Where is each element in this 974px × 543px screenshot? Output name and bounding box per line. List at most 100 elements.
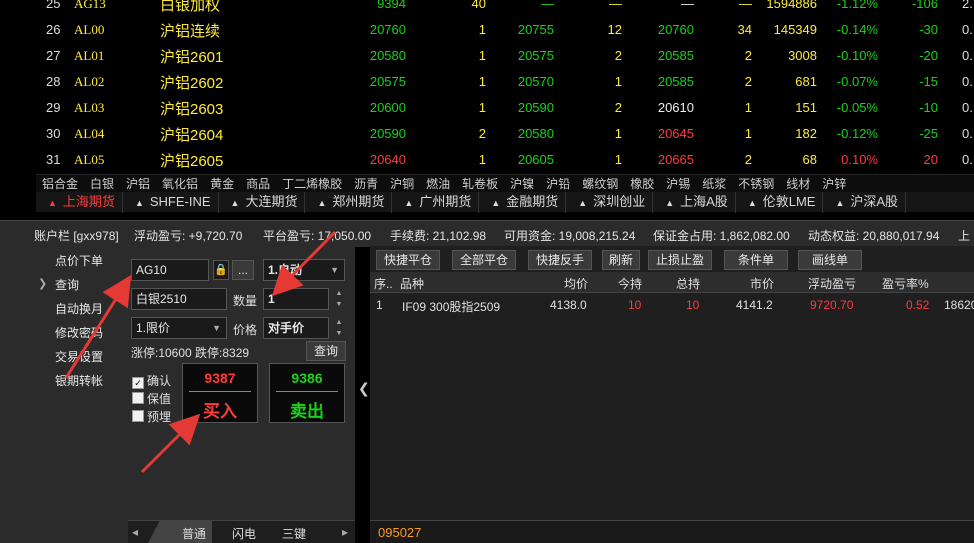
exchange-tab[interactable]: ▲ SHFE-INE [123,192,219,213]
exchange-tab[interactable]: ▲ 深圳创业 [566,192,654,213]
triangle-up-icon: ▲ [747,198,757,208]
category-item[interactable]: 沥青 [348,175,384,193]
quote-row[interactable]: 28 AL02 沪铝2602 20575 1 20570 1 20585 2 681 -0.07% -… [0,70,974,96]
exchange-label: 上海A股 [680,194,728,209]
row-extra: 18620 [944,298,974,312]
contract-name-field[interactable]: 白银2510 [131,288,227,310]
stop-loss-profit-button[interactable]: 止损止盈 [648,250,712,270]
price-stepper[interactable]: ▲ ▼ [333,317,345,339]
quote-chg: -1.12% [836,0,878,11]
menu-bank-transfer[interactable]: 银期转帐 [55,372,103,389]
triangle-up-icon: ▲ [230,198,240,208]
exchange-tab[interactable]: ▲ 郑州期货 [305,192,393,213]
quick-reverse-button[interactable]: 快捷反手 [528,250,592,270]
category-item[interactable]: 氧化铝 [156,175,204,193]
qty-stepper[interactable]: ▲ ▼ [333,288,345,310]
scroll-left-icon[interactable]: ◂ [132,525,138,539]
category-item[interactable]: 纸浆 [696,175,732,193]
mode-select[interactable]: 1.自动 ▼ [263,259,345,281]
tab-three-key[interactable]: 三键 [282,525,306,542]
quote-bid: 20580 [517,126,554,141]
quote-code: AL02 [74,74,105,89]
preorder-checkbox[interactable]: 预埋 [132,408,171,425]
tab-normal[interactable]: 普通 [182,525,206,542]
category-item[interactable]: 线材 [780,175,816,193]
close-all-button[interactable]: 全部平仓 [452,250,516,270]
quote-row[interactable]: 29 AL03 沪铝2603 20600 1 20590 2 20610 1 151 -0.05% -… [0,96,974,122]
mode-value: 1.自动 [268,263,303,277]
category-item[interactable]: 铝合金 [36,175,84,193]
status-footer: 095027 [370,520,974,543]
category-item[interactable]: 沪铅 [540,175,576,193]
col-name[interactable]: 品种 [400,275,424,292]
tab-lightning[interactable]: 闪电 [232,525,256,542]
col-total[interactable]: 总持 [676,275,700,292]
quote-idx: 30 [46,126,61,141]
menu-change-password[interactable]: 修改密码 [55,324,103,341]
col-float[interactable]: 浮动盈亏 [808,275,856,292]
collapse-panel-icon[interactable]: ❮ [358,380,370,397]
category-item[interactable]: 沪锡 [660,175,696,193]
quote-row[interactable]: 27 AL01 沪铝2601 20580 1 20575 2 20585 2 3008 -0.10%… [0,44,974,70]
quote-chg: 0.10% [841,152,878,167]
price-input[interactable]: 对手价 [263,317,329,339]
quote-code: AL04 [74,126,105,141]
confirm-checkbox[interactable]: ✓ 确认 [132,372,171,389]
quote-ask: 20665 [657,152,694,167]
quote-code: AL05 [74,152,105,167]
category-item[interactable]: 燃油 [420,175,456,193]
query-button[interactable]: 查询 [306,341,346,361]
category-item[interactable]: 白银 [84,175,120,193]
lock-icon[interactable]: 🔒 [213,260,229,280]
conditional-order-button[interactable]: 条件单 [724,250,788,270]
category-item[interactable]: 沪铝 [120,175,156,193]
menu-auto-roll[interactable]: 自动换月 [55,300,103,317]
menu-quick-order[interactable]: 点价下单 [55,252,103,269]
exchange-tab[interactable]: ▲ 伦敦LME [736,192,824,213]
menu-trade-settings[interactable]: 交易设置 [55,348,103,365]
quote-row[interactable]: 26 AL00 沪铝连续 20760 1 20755 12 20760 34 145349 -0.1… [0,18,974,44]
category-item[interactable]: 轧卷板 [456,175,504,193]
col-index[interactable]: 序.. [374,275,393,292]
col-rate[interactable]: 盈亏率% [882,275,929,292]
price-type-select[interactable]: 1.限价 ▼ [131,317,227,339]
quote-code: AL01 [74,48,105,63]
category-item[interactable]: 商品 [240,175,276,193]
category-item[interactable]: 沪铜 [384,175,420,193]
quote-avol: 1 [744,100,752,115]
col-avg[interactable]: 均价 [564,275,588,292]
expand-arrow-icon[interactable]: ❯ [38,277,47,290]
exchange-tab[interactable]: ▲ 广州期货 [392,192,480,213]
quote-avol: 1 [744,126,752,141]
quote-row[interactable]: 31 AL05 沪铝2605 20640 1 20605 1 20665 2 68 0.10% 20 0… [0,148,974,174]
exchange-tab[interactable]: ▲ 金融期货 [479,192,567,213]
refresh-button[interactable]: 刷新 [602,250,640,270]
category-item[interactable]: 螺纹钢 [576,175,624,193]
category-item[interactable]: 不锈钢 [732,175,780,193]
col-market[interactable]: 市价 [750,275,774,292]
exchange-tab[interactable]: ▲ 大连期货 [219,192,306,213]
row-name: IF09 300股指2509 [402,300,501,314]
contract-input[interactable]: AG10 [131,259,209,281]
quick-close-button[interactable]: 快捷平仓 [376,250,440,270]
category-item[interactable]: 沪锌 [816,175,852,193]
category-item[interactable]: 橡胶 [624,175,660,193]
hedge-checkbox[interactable]: 保值 [132,390,171,407]
exchange-tab[interactable]: ▲ 沪深A股 [823,192,907,213]
category-item[interactable]: 黄金 [204,175,240,193]
exchange-tab[interactable]: ▲ 上海A股 [653,192,736,213]
qty-input[interactable]: 1 [263,288,329,310]
line-order-button[interactable]: 画线单 [798,250,862,270]
sell-button[interactable]: 9386 卖出 [269,363,345,423]
category-item[interactable]: 沪镍 [504,175,540,193]
more-button[interactable]: ... [232,260,254,280]
quote-tail: 0. [962,126,973,141]
col-today[interactable]: 今持 [618,275,642,292]
scroll-right-icon[interactable]: ▸ [342,525,348,539]
quote-row[interactable]: 25 AG13 白银加权 9394 40 — — — — 1594886 -1.12% -106 2. [0,0,974,18]
exchange-tab[interactable]: ▲ 上海期货 [36,192,123,213]
category-item[interactable]: 丁二烯橡胶 [276,175,348,193]
quote-row[interactable]: 30 AL04 沪铝2604 20590 2 20580 1 20645 1 182 -0.12% -… [0,122,974,148]
buy-button[interactable]: 9387 买入 [182,363,258,423]
menu-query[interactable]: 查询 [55,276,79,293]
